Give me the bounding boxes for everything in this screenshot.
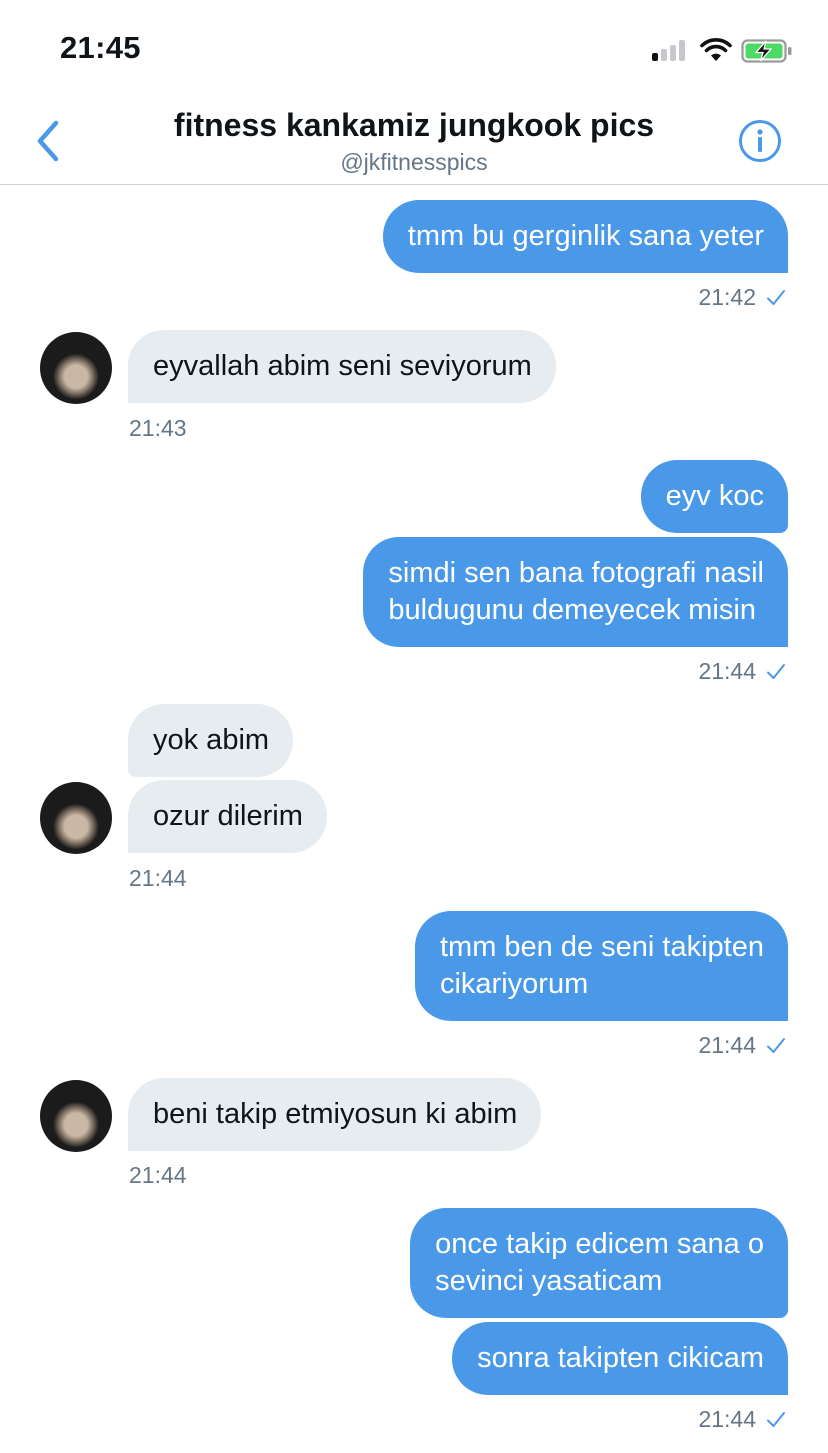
read-check-icon <box>767 289 785 305</box>
avatar[interactable] <box>40 1080 112 1152</box>
conversation-handle: @jkfitnesspics <box>340 149 488 175</box>
conversation-title: fitness kankamiz jungkook pics <box>173 107 655 143</box>
signal-icon <box>652 39 690 61</box>
read-check-icon <box>767 1411 785 1427</box>
message-bubble-incoming[interactable]: beni takip etmiyosun ki abim <box>128 1078 542 1151</box>
message-bubble-incoming[interactable]: ozur dilerim <box>128 780 327 853</box>
status-time: 21:45 <box>60 30 141 65</box>
message-bubble-incoming[interactable]: eyvallah abim seni seviyorum <box>128 330 556 403</box>
message-timestamp: 21:44 <box>129 1162 187 1188</box>
message-bubble-outgoing[interactable]: tmm bu gerginlik sana yeter <box>382 200 788 273</box>
battery-charging-icon <box>741 39 792 63</box>
header-divider <box>0 184 828 185</box>
message-timestamp: 21:44 <box>698 1406 786 1433</box>
message-timestamp: 21:44 <box>129 865 187 891</box>
message-timestamp: 21:43 <box>129 415 187 441</box>
message-bubble-outgoing[interactable]: simdi sen bana fotografi nasil buldugunu… <box>363 537 788 647</box>
read-check-icon <box>767 1037 785 1053</box>
info-icon[interactable] <box>738 119 782 163</box>
avatar[interactable] <box>40 782 112 854</box>
avatar[interactable] <box>40 332 112 404</box>
message-bubble-incoming[interactable]: yok abim <box>128 704 294 777</box>
message-bubble-outgoing[interactable]: tmm ben de seni takipten cikariyorum <box>414 911 788 1021</box>
message-timestamp: 21:44 <box>698 658 786 685</box>
wifi-icon <box>700 38 732 61</box>
message-timestamp: 21:44 <box>698 1032 786 1059</box>
message-bubble-outgoing[interactable]: eyv koc <box>640 460 788 533</box>
read-check-icon <box>767 663 785 679</box>
message-bubble-outgoing[interactable]: sonra takipten cikicam <box>452 1322 788 1395</box>
message-bubble-outgoing[interactable]: once takip edicem sana o sevinci yasatic… <box>410 1208 788 1318</box>
message-timestamp: 21:42 <box>698 284 786 311</box>
